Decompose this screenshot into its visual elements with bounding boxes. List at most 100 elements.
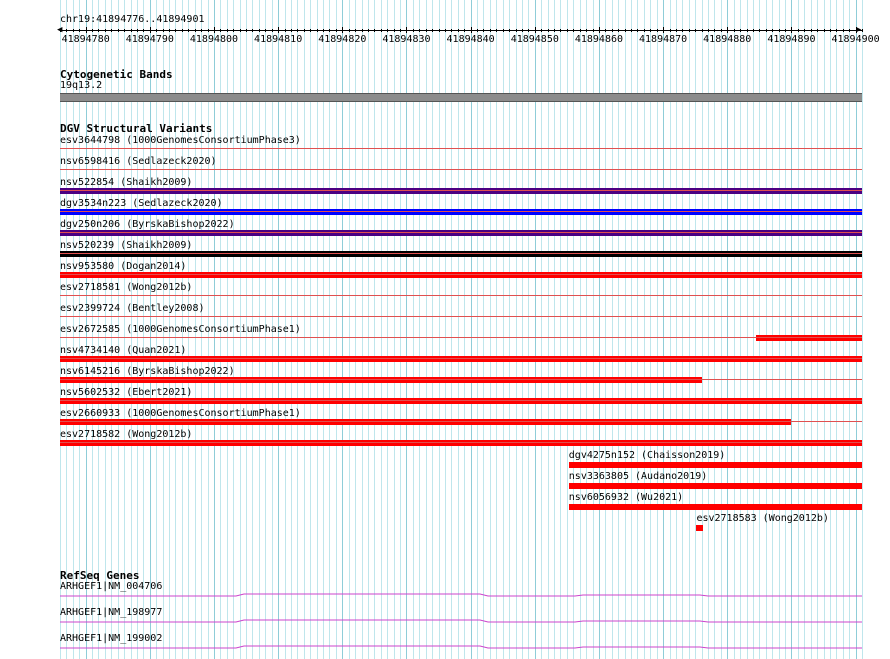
ruler-tick	[548, 29, 549, 32]
variant-label[interactable]: nsv953580 (Dogan2014)	[60, 261, 186, 273]
gene-label[interactable]: ARHGEF1|NM_198977	[60, 607, 162, 619]
ruler-tick	[747, 29, 748, 32]
variant-bar[interactable]	[568, 483, 862, 489]
ruler-tick	[175, 29, 176, 32]
ruler-tick	[830, 29, 831, 32]
ruler-tick	[426, 29, 427, 32]
variant-label[interactable]: esv3644798 (1000GenomesConsortiumPhase3)	[60, 135, 301, 147]
variant-label[interactable]: esv2718583 (Wong2012b)	[696, 513, 828, 525]
ruler-tick	[291, 29, 292, 32]
variant-label[interactable]: dgv3534n223 (Sedlazeck2020)	[60, 198, 223, 210]
variant-label[interactable]: nsv522854 (Shaikh2009)	[60, 177, 192, 189]
ruler-tick	[612, 29, 613, 32]
ruler-tick-label: 41894860	[574, 34, 624, 45]
ruler-tick	[336, 29, 337, 32]
ruler-tick	[355, 29, 356, 32]
ruler-tick	[785, 29, 786, 32]
ruler-tick	[535, 27, 536, 33]
variant-row-line	[60, 400, 862, 401]
variant-label[interactable]: nsv6145216 (ByrskaBishop2022)	[60, 366, 235, 378]
variant-label[interactable]: nsv6056932 (Wu2021)	[569, 492, 683, 504]
variant-label[interactable]: esv2718581 (Wong2012b)	[60, 282, 192, 294]
ruler-tick	[599, 27, 600, 33]
ruler-tick	[98, 29, 99, 32]
ruler-tick-label: 41894870	[639, 34, 688, 45]
ruler-tick	[625, 29, 626, 32]
ruler-tick	[670, 29, 671, 32]
ruler-tick	[66, 29, 67, 32]
ruler-tick-label: 41894830	[382, 34, 431, 45]
ruler-tick	[528, 29, 529, 32]
variant-bar[interactable]	[568, 462, 862, 468]
ruler-tick	[285, 29, 286, 32]
variant-label[interactable]: nsv6598416 (Sedlazeck2020)	[60, 156, 217, 168]
variant-bar[interactable]	[756, 335, 862, 341]
ruler-tick	[349, 29, 350, 32]
ruler-tick	[432, 29, 433, 32]
variant-label[interactable]: dgv250n206 (ByrskaBishop2022)	[60, 219, 235, 231]
ruler-tick	[824, 29, 825, 32]
location-label: chr19:41894776..41894901	[60, 14, 205, 25]
ruler-tick	[734, 29, 735, 32]
variant-label[interactable]: esv2660933 (1000GenomesConsortiumPhase1)	[60, 408, 301, 420]
ruler-tick	[297, 29, 298, 32]
ruler-tick	[605, 29, 606, 32]
ruler-tick	[843, 29, 844, 32]
variant-row-line	[60, 190, 862, 191]
ruler-tick	[740, 29, 741, 32]
ruler-tick	[567, 29, 568, 32]
ruler-tick	[753, 29, 754, 32]
variant-row-line	[60, 316, 862, 317]
gene-label[interactable]: ARHGEF1|NM_199002	[60, 633, 162, 645]
ruler-tick	[663, 27, 664, 33]
variant-bar[interactable]	[696, 525, 703, 531]
variant-label[interactable]: nsv5602532 (Ebert2021)	[60, 387, 192, 399]
variant-row-line	[60, 295, 862, 296]
ruler-tick	[278, 27, 279, 33]
ruler-tick	[329, 29, 330, 32]
ruler-tick	[73, 29, 74, 32]
variant-label[interactable]: nsv520239 (Shaikh2009)	[60, 240, 192, 252]
ruler-tick	[618, 29, 619, 32]
variant-label[interactable]: esv2718582 (Wong2012b)	[60, 429, 192, 441]
ruler-tick	[637, 29, 638, 32]
gene-label[interactable]: ARHGEF1|NM_004706	[60, 581, 162, 593]
ruler-tick-label: 41894880	[703, 34, 752, 45]
ruler-tick	[272, 29, 273, 32]
ruler-tick	[214, 27, 215, 33]
variant-row-line	[60, 421, 862, 422]
ruler-tick	[105, 29, 106, 32]
ruler-tick	[759, 29, 760, 32]
ruler-tick	[509, 29, 510, 32]
cytoband-bar[interactable]	[60, 93, 862, 102]
variant-label[interactable]: esv2399724 (Bentley2008)	[60, 303, 205, 315]
ruler-tick	[118, 29, 119, 32]
ruler-tick	[798, 29, 799, 32]
ruler-tick	[657, 29, 658, 32]
ruler-tick	[182, 29, 183, 32]
ruler-tick	[727, 27, 728, 33]
ruler-tick	[381, 29, 382, 32]
ruler-tick	[163, 29, 164, 32]
variant-row-line	[60, 442, 862, 443]
ruler-tick	[150, 27, 151, 33]
variant-label[interactable]: nsv4734140 (Quan2021)	[60, 345, 186, 357]
ruler-tick	[721, 29, 722, 32]
ruler-tick	[644, 29, 645, 32]
ruler-tick	[554, 29, 555, 32]
ruler-tick	[400, 29, 401, 32]
ruler-tick	[714, 29, 715, 32]
ruler-tick	[631, 29, 632, 32]
ruler-tick	[490, 29, 491, 32]
ruler-tick	[143, 29, 144, 32]
variant-label[interactable]: nsv3363805 (Audano2019)	[569, 471, 707, 483]
ruler-tick	[92, 29, 93, 32]
variant-bar[interactable]	[568, 504, 862, 510]
ruler-tick	[208, 29, 209, 32]
ruler-tick	[246, 29, 247, 32]
dgv-track-title[interactable]: DGV Structural Variants	[60, 122, 212, 135]
variant-label[interactable]: dgv4275n152 (Chaisson2019)	[569, 450, 726, 462]
ruler-tick	[195, 29, 196, 32]
ruler-tick	[522, 29, 523, 32]
variant-label[interactable]: esv2672585 (1000GenomesConsortiumPhase1)	[60, 324, 301, 336]
